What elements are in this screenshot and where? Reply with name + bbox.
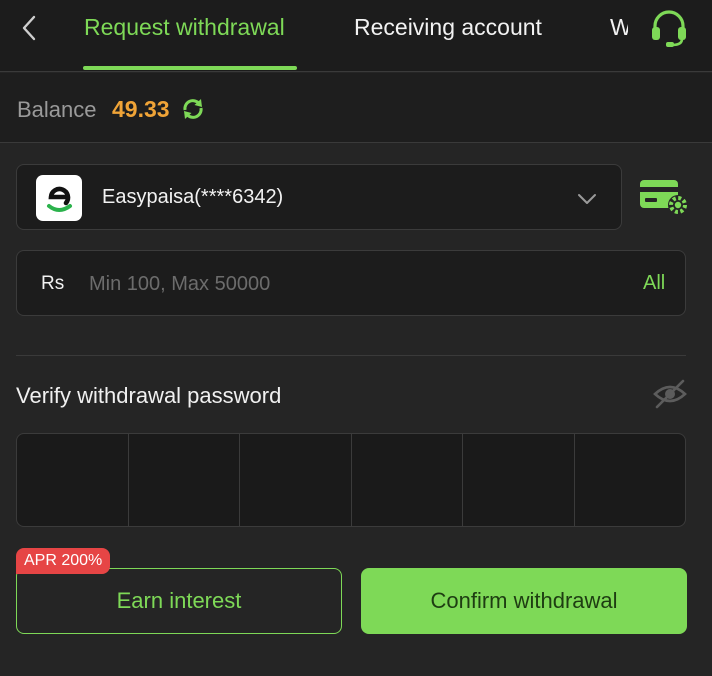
payout-account-select[interactable]: Easypaisa(****6342)	[16, 164, 622, 230]
active-tab-indicator	[83, 66, 297, 70]
back-button[interactable]	[14, 12, 44, 44]
refresh-icon[interactable]	[180, 96, 206, 122]
currency-label: Rs	[41, 273, 65, 294]
pin-digit[interactable]	[240, 434, 352, 526]
top-nav-bar: Request withdrawal Receiving account W	[0, 0, 712, 72]
tab-overflow[interactable]: W	[610, 14, 628, 41]
eye-off-icon[interactable]	[652, 378, 688, 410]
headset-icon	[652, 10, 686, 47]
card-settings-icon[interactable]	[638, 176, 690, 216]
confirm-withdrawal-button[interactable]: Confirm withdrawal	[361, 568, 687, 634]
pin-digit[interactable]	[352, 434, 463, 526]
tab-request-withdrawal[interactable]: Request withdrawal	[84, 14, 285, 41]
easypaisa-logo	[36, 175, 82, 221]
pin-digit[interactable]	[575, 434, 686, 526]
customer-support-button[interactable]	[646, 8, 692, 48]
divider	[16, 355, 686, 356]
password-pin-input	[16, 433, 686, 527]
chevron-left-icon	[22, 15, 36, 41]
amount-field: Rs All	[16, 250, 686, 316]
password-label: Verify withdrawal password	[16, 383, 282, 408]
tab-receiving-account[interactable]: Receiving account	[354, 14, 542, 41]
chevron-down-icon	[578, 194, 596, 204]
pin-digit[interactable]	[463, 434, 575, 526]
pin-digit[interactable]	[17, 434, 129, 526]
apr-badge: APR 200%	[16, 548, 111, 574]
pin-digit[interactable]	[129, 434, 240, 526]
balance-bar: Balance 49.33	[0, 73, 712, 143]
balance-value: 49.33	[112, 96, 170, 122]
balance-label: Balance	[17, 97, 97, 122]
all-amount-button[interactable]: All	[643, 272, 665, 295]
earn-interest-button[interactable]: Earn interest	[16, 568, 342, 634]
amount-input[interactable]	[89, 263, 589, 305]
account-name: Easypaisa(****6342)	[102, 186, 284, 208]
